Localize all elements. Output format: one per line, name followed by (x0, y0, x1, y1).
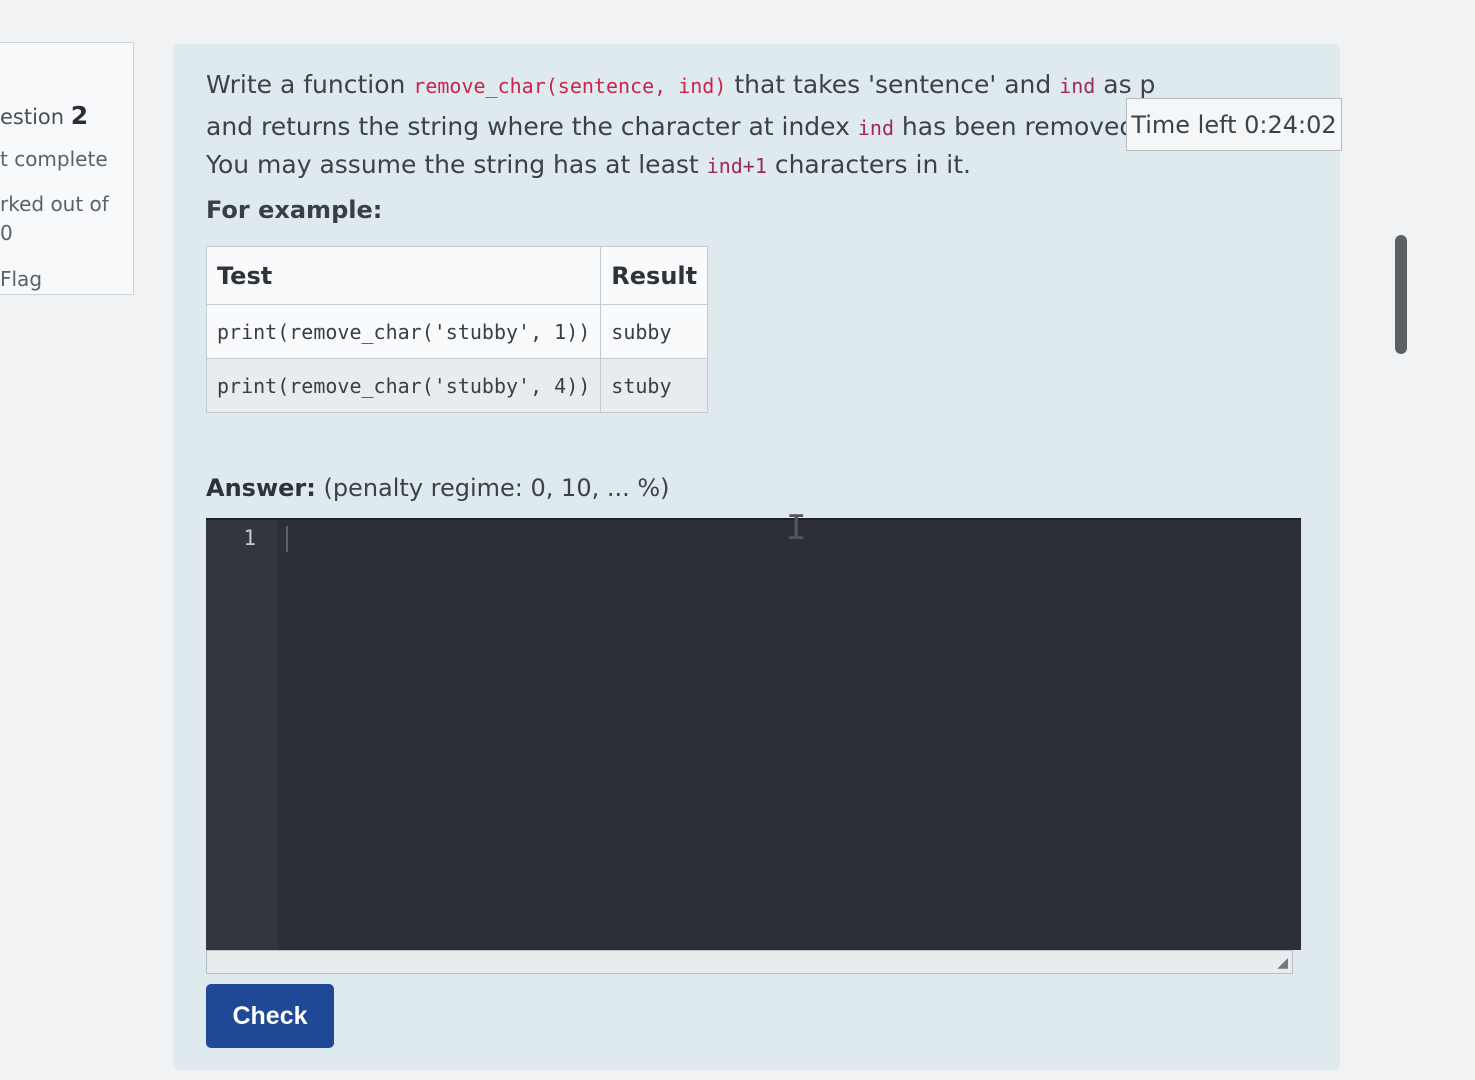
table-header-row: Test Result (205, 246, 709, 305)
question-text-line-1: Write a function remove_char(sentence, i… (206, 70, 1156, 99)
answer-label: Answer: (penalty regime: 0, 10, ... %) (206, 474, 670, 502)
marked-label: rked out of (0, 192, 109, 216)
question-status: t complete (0, 147, 108, 171)
code-editor[interactable]: 1 (206, 518, 1301, 950)
question-number-value: 2 (70, 101, 89, 130)
flag-question-link-line1[interactable]: Flag (0, 267, 42, 291)
examples-table: Test Result print(remove_char('stubby', … (205, 246, 709, 413)
column-header-result: Result (600, 246, 709, 305)
line-number-gutter: 1 (206, 520, 278, 950)
text-cursor (286, 526, 288, 552)
marked-value: 0 (0, 221, 13, 245)
question-label: estion (0, 105, 65, 129)
column-header-test: Test (205, 246, 602, 305)
line-number: 1 (243, 526, 256, 550)
resize-handle-icon[interactable]: ◢ (1277, 955, 1288, 971)
editor-resize-bar[interactable]: ◢ (206, 950, 1293, 974)
function-signature: remove_char(sentence, ind) (413, 74, 727, 98)
penalty-regime: (penalty regime: 0, 10, ... %) (315, 474, 670, 502)
question-number: estion 2 (0, 101, 88, 130)
table-row: print(remove_char('stubby', 4)) stuby (205, 358, 709, 413)
question-text-line-2: and returns the string where the charact… (206, 112, 1163, 141)
page-scrollbar[interactable] (1395, 235, 1407, 354)
test-cell: print(remove_char('stubby', 4)) (205, 358, 602, 413)
time-left-timer: Time left 0:24:02 (1126, 98, 1342, 151)
question-info-block: estion 2 t complete rked out of 0 Flag e… (0, 42, 134, 295)
table-row: print(remove_char('stubby', 1)) subby (205, 304, 709, 359)
question-text-line-3: You may assume the string has at least i… (206, 150, 971, 179)
example-heading: For example: (206, 196, 383, 224)
ibeam-cursor-icon: I (786, 508, 807, 548)
check-button[interactable]: Check (206, 984, 334, 1048)
result-cell: stuby (600, 358, 709, 413)
test-cell: print(remove_char('stubby', 1)) (205, 304, 602, 359)
result-cell: subby (600, 304, 709, 359)
